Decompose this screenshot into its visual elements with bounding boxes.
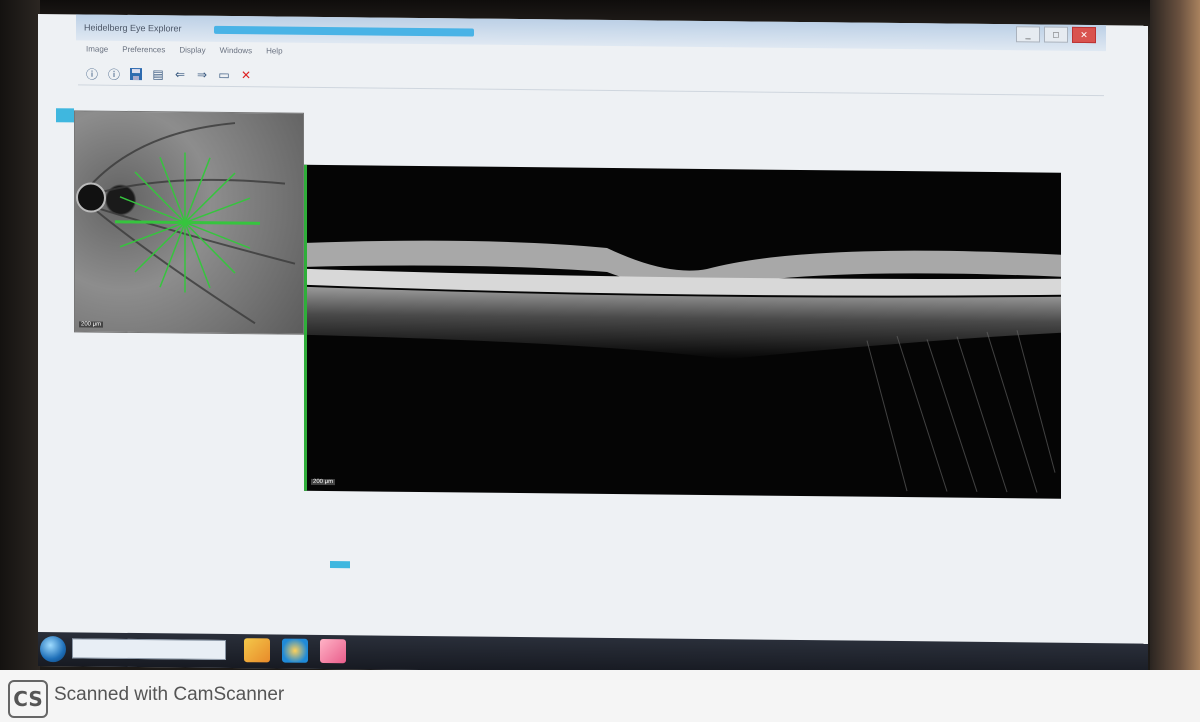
info-icon[interactable]: ⓘ bbox=[106, 66, 122, 82]
bottom-control-selected[interactable] bbox=[330, 560, 350, 568]
arrow-left-icon[interactable]: ⇐ bbox=[172, 66, 188, 82]
arrow-right-icon[interactable]: ⇒ bbox=[194, 67, 210, 83]
monitor-bezel-right bbox=[1150, 0, 1200, 670]
titlebar-accent bbox=[214, 25, 475, 37]
menu-item-image[interactable]: Image bbox=[86, 45, 108, 61]
minimize-button[interactable]: _ bbox=[1016, 26, 1040, 43]
taskbar-app-folder-icon[interactable] bbox=[244, 638, 270, 663]
oct-scale-label: 200 μm bbox=[311, 478, 336, 486]
print-icon[interactable]: ▤ bbox=[150, 66, 166, 82]
window-controls: _ □ ✕ bbox=[1016, 26, 1096, 44]
copy-icon[interactable]: ▭ bbox=[216, 67, 232, 83]
camscanner-footer: CS Scanned with CamScanner bbox=[0, 670, 1200, 722]
taskbar-app-browser-icon[interactable] bbox=[282, 638, 308, 663]
fundus-scale-label: 200 μm bbox=[79, 321, 104, 328]
close-button[interactable]: ✕ bbox=[1072, 26, 1096, 44]
menu-item-preferences[interactable]: Preferences bbox=[122, 45, 165, 61]
info-icon[interactable]: ⓘ bbox=[84, 65, 100, 81]
camscanner-logo: CS bbox=[8, 680, 48, 718]
save-icon[interactable] bbox=[128, 66, 144, 82]
start-button[interactable] bbox=[40, 636, 66, 663]
taskbar-search-input[interactable] bbox=[72, 638, 226, 660]
monitor-screen: Heidelberg Eye Explorer _ □ ✕ Image Pref… bbox=[38, 14, 1148, 678]
menu-item-display[interactable]: Display bbox=[179, 45, 205, 61]
window-title: Heidelberg Eye Explorer bbox=[84, 22, 182, 34]
oct-bscan-image[interactable]: 200 μm bbox=[304, 164, 1061, 499]
monitor-bezel-left bbox=[0, 0, 40, 670]
menu-item-help[interactable]: Help bbox=[266, 46, 282, 62]
fundus-image[interactable]: 200 μm bbox=[74, 110, 304, 335]
side-tab-accent[interactable] bbox=[56, 108, 74, 123]
delete-icon[interactable]: ✕ bbox=[238, 67, 254, 83]
maximize-button[interactable]: □ bbox=[1044, 26, 1068, 43]
view-subbar bbox=[78, 88, 384, 103]
menu-item-windows[interactable]: Windows bbox=[220, 46, 252, 62]
camscanner-text: Scanned with CamScanner bbox=[54, 684, 285, 705]
taskbar-app-viewer-icon[interactable] bbox=[320, 638, 346, 664]
bottom-controls bbox=[306, 557, 606, 574]
